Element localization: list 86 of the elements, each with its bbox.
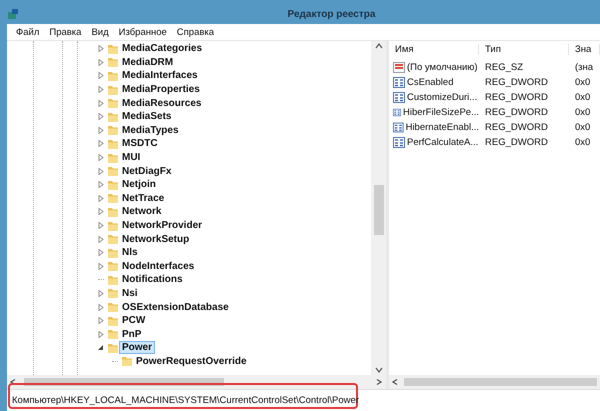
- value-type: REG_DWORD: [484, 107, 549, 118]
- tree-item[interactable]: PnP: [119, 328, 144, 341]
- binary-value-icon: [393, 92, 405, 103]
- registry-app-icon: [7, 8, 19, 20]
- folder-icon: [107, 152, 119, 164]
- tree-item[interactable]: MSDTC: [119, 137, 161, 150]
- tree-item[interactable]: NetDiagFx: [119, 164, 174, 178]
- folder-icon: [107, 314, 119, 327]
- menu-item[interactable]: Справка: [172, 26, 220, 38]
- folder-icon: [121, 355, 133, 368]
- tree-item[interactable]: NetTrace: [119, 192, 168, 205]
- folder-icon: [107, 220, 119, 232]
- value-name: (По умолчанию): [407, 62, 478, 73]
- folder-icon: [107, 328, 119, 340]
- tree-item[interactable]: PowerRequestOverride: [133, 354, 250, 368]
- tree-item[interactable]: MediaCategories: [119, 42, 206, 56]
- tree-item[interactable]: MediaProperties: [119, 83, 203, 96]
- folder-icon: [107, 274, 119, 286]
- tree-item[interactable]: NetworkProvider: [119, 219, 206, 232]
- binary-value-icon: [393, 107, 401, 118]
- folder-icon: [107, 165, 119, 178]
- folder-icon: [107, 301, 119, 314]
- value-name: HiberFileSizePe...: [402, 107, 479, 118]
- folder-icon: [107, 260, 119, 272]
- folder-icon: [107, 192, 119, 204]
- value-name: CustomizeDuri...: [407, 92, 478, 103]
- folder-icon: [107, 342, 119, 354]
- menu-item[interactable]: Правка: [44, 26, 86, 38]
- tree-item[interactable]: PCW: [119, 314, 148, 328]
- value-name: CsEnabled: [407, 77, 454, 88]
- folder-icon: [107, 97, 119, 110]
- menu-item[interactable]: Файл: [11, 26, 44, 38]
- value-name: PerfCalculateA...: [407, 137, 478, 148]
- value-data: (зна: [574, 62, 594, 73]
- collapse-triangle-icon[interactable]: [98, 344, 104, 352]
- value-data: 0x0: [574, 122, 592, 133]
- value-data: 0x0: [574, 137, 592, 148]
- tree-item[interactable]: MediaSets: [119, 110, 174, 124]
- tree-item[interactable]: Power: [119, 341, 156, 354]
- folder-icon: [107, 233, 119, 246]
- folder-icon: [107, 287, 119, 300]
- scrollbar-thumb[interactable]: [374, 185, 384, 235]
- value-data: 0x0: [574, 107, 592, 118]
- binary-value-icon: [393, 137, 405, 148]
- tree-item[interactable]: Network: [119, 205, 164, 218]
- value-data: 0x0: [574, 77, 592, 88]
- tree-item[interactable]: MediaTypes: [119, 124, 182, 137]
- horizontal-scrollbar[interactable]: [389, 375, 600, 389]
- binary-value-icon: [393, 122, 404, 133]
- tree-item[interactable]: Nsi: [119, 286, 141, 300]
- folder-icon: [107, 70, 119, 82]
- folder-icon: [107, 178, 119, 191]
- tree-item[interactable]: NetworkSetup: [119, 232, 192, 246]
- tree-item[interactable]: MediaResources: [119, 96, 204, 110]
- tree-item[interactable]: OSExtensionDatabase: [119, 300, 232, 314]
- value-type: REG_SZ: [484, 62, 524, 73]
- value-type: REG_DWORD: [484, 77, 549, 88]
- menu-item[interactable]: Вид: [86, 26, 114, 38]
- tree-item[interactable]: Notifications: [119, 273, 186, 286]
- tree-item[interactable]: MediaDRM: [119, 56, 176, 69]
- folder-icon: [107, 246, 119, 259]
- folder-icon: [107, 84, 119, 96]
- menu-item[interactable]: Избранное: [114, 26, 172, 38]
- tree-item[interactable]: MUI: [119, 151, 144, 164]
- value-data: 0x0: [574, 92, 592, 103]
- folder-icon: [107, 110, 119, 123]
- tree-item[interactable]: NodeInterfaces: [119, 260, 198, 273]
- folder-icon: [107, 42, 119, 55]
- string-value-icon: [393, 62, 405, 73]
- value-type: REG_DWORD: [484, 137, 549, 148]
- vertical-scrollbar[interactable]: [371, 41, 386, 375]
- column-header[interactable]: Тип: [479, 44, 569, 54]
- binary-value-icon: [393, 77, 405, 88]
- folder-icon: [107, 138, 119, 150]
- value-type: REG_DWORD: [484, 92, 549, 103]
- column-header[interactable]: Зна: [569, 44, 600, 54]
- value-type: REG_DWORD: [484, 122, 549, 133]
- folder-icon: [107, 206, 119, 218]
- folder-icon: [107, 56, 119, 68]
- tree-item[interactable]: Nls: [119, 246, 141, 260]
- window-title: Редактор реестра: [286, 8, 376, 20]
- tree-item[interactable]: MediaInterfaces: [119, 69, 201, 82]
- tree-item[interactable]: Netjoin: [119, 178, 159, 192]
- value-name: HibernateEnabl...: [406, 122, 479, 133]
- folder-icon: [107, 124, 119, 136]
- column-header[interactable]: Имя: [389, 44, 479, 54]
